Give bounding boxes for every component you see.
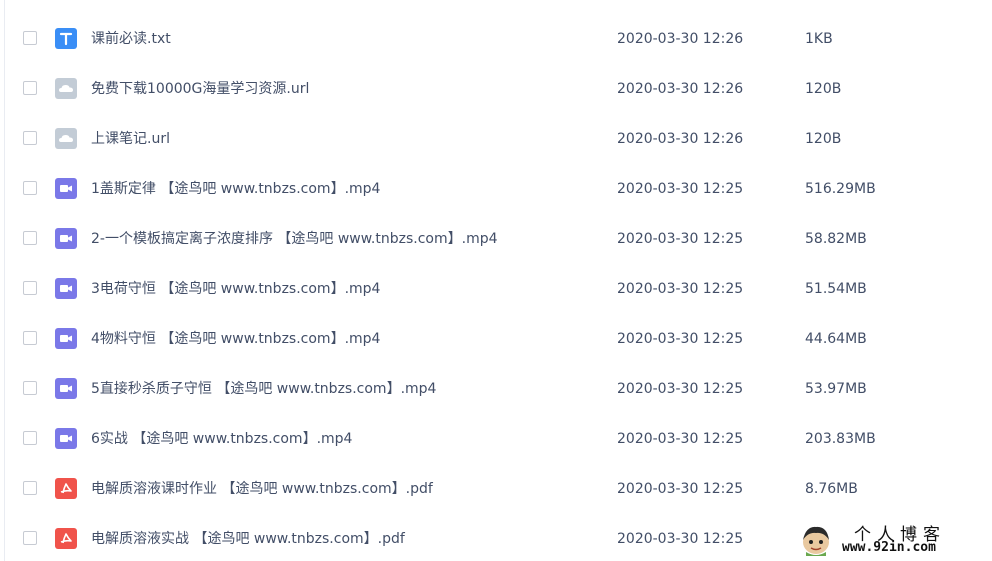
file-name[interactable]: 上课笔记.url bbox=[91, 129, 170, 149]
select-checkbox[interactable] bbox=[23, 381, 37, 395]
file-modified-date: 2020-03-30 12:25 bbox=[617, 431, 744, 447]
select-checkbox[interactable] bbox=[23, 481, 37, 495]
file-name[interactable]: 2-一个模板搞定离子浓度排序 【途鸟吧 www.tnbzs.com】.mp4 bbox=[91, 229, 498, 249]
video-file-icon bbox=[55, 178, 77, 199]
file-row[interactable]: 上课笔记.url 2020-03-30 12:26 120B bbox=[0, 114, 992, 164]
file-modified-date: 2020-03-30 12:25 bbox=[617, 481, 744, 497]
file-name[interactable]: 5直接秒杀质子守恒 【途鸟吧 www.tnbzs.com】.mp4 bbox=[91, 379, 436, 399]
file-size: 1KB bbox=[805, 31, 833, 47]
select-checkbox[interactable] bbox=[23, 281, 37, 295]
select-checkbox[interactable] bbox=[23, 331, 37, 345]
file-name[interactable]: 1盖斯定律 【途鸟吧 www.tnbzs.com】.mp4 bbox=[91, 179, 380, 199]
file-name[interactable]: 课前必读.txt bbox=[91, 29, 171, 49]
file-name[interactable]: 3电荷守恒 【途鸟吧 www.tnbzs.com】.mp4 bbox=[91, 279, 380, 299]
file-name[interactable]: 电解质溶液课时作业 【途鸟吧 www.tnbzs.com】.pdf bbox=[91, 479, 433, 499]
blog-watermark: 个人博客 www.92in.com bbox=[796, 518, 992, 561]
file-size: 516.29MB bbox=[805, 181, 876, 197]
select-checkbox[interactable] bbox=[23, 131, 37, 145]
mascot-logo-icon bbox=[803, 526, 829, 556]
file-name[interactable]: 6实战 【途鸟吧 www.tnbzs.com】.mp4 bbox=[91, 429, 352, 449]
file-name[interactable]: 电解质溶液实战 【途鸟吧 www.tnbzs.com】.pdf bbox=[91, 529, 405, 549]
watermark-url: www.92in.com bbox=[842, 540, 936, 555]
file-modified-date: 2020-03-30 12:26 bbox=[617, 31, 744, 47]
file-modified-date: 2020-03-30 12:25 bbox=[617, 381, 744, 397]
pdf-file-icon bbox=[55, 478, 77, 499]
file-size: 53.97MB bbox=[805, 381, 867, 397]
file-list: 课前必读.txt 2020-03-30 12:26 1KB 免费下载10000G海量学… bbox=[0, 14, 992, 561]
file-modified-date: 2020-03-30 12:25 bbox=[617, 531, 744, 547]
file-modified-date: 2020-03-30 12:25 bbox=[617, 181, 744, 197]
file-row[interactable]: 免费下载10000G海量学习资源.url 2020-03-30 12:26 120B bbox=[0, 64, 992, 114]
file-size: 44.64MB bbox=[805, 331, 867, 347]
file-row[interactable]: 电解质溶液课时作业 【途鸟吧 www.tnbzs.com】.pdf 2020-03… bbox=[0, 464, 992, 514]
file-row[interactable]: 1盖斯定律 【途鸟吧 www.tnbzs.com】.mp4 2020-03-30 … bbox=[0, 164, 992, 214]
file-size: 203.83MB bbox=[805, 431, 876, 447]
video-file-icon bbox=[55, 428, 77, 449]
file-name[interactable]: 4物料守恒 【途鸟吧 www.tnbzs.com】.mp4 bbox=[91, 329, 380, 349]
file-row[interactable]: 5直接秒杀质子守恒 【途鸟吧 www.tnbzs.com】.mp4 2020-03… bbox=[0, 364, 992, 414]
file-size: 51.54MB bbox=[805, 281, 867, 297]
select-checkbox[interactable] bbox=[23, 181, 37, 195]
file-row[interactable]: 6实战 【途鸟吧 www.tnbzs.com】.mp4 2020-03-30 12… bbox=[0, 414, 992, 464]
file-row[interactable]: 4物料守恒 【途鸟吧 www.tnbzs.com】.mp4 2020-03-30 … bbox=[0, 314, 992, 364]
file-size: 120B bbox=[805, 131, 842, 147]
url-file-icon bbox=[55, 78, 77, 99]
file-row[interactable]: 课前必读.txt 2020-03-30 12:26 1KB bbox=[0, 14, 992, 64]
video-file-icon bbox=[55, 278, 77, 299]
file-modified-date: 2020-03-30 12:26 bbox=[617, 131, 744, 147]
txt-file-icon bbox=[55, 28, 77, 49]
file-name[interactable]: 免费下载10000G海量学习资源.url bbox=[91, 79, 309, 99]
video-file-icon bbox=[55, 328, 77, 349]
select-checkbox[interactable] bbox=[23, 31, 37, 45]
select-checkbox[interactable] bbox=[23, 81, 37, 95]
file-modified-date: 2020-03-30 12:25 bbox=[617, 331, 744, 347]
file-modified-date: 2020-03-30 12:25 bbox=[617, 231, 744, 247]
file-modified-date: 2020-03-30 12:26 bbox=[617, 81, 744, 97]
file-row[interactable]: 2-一个模板搞定离子浓度排序 【途鸟吧 www.tnbzs.com】.mp4 20… bbox=[0, 214, 992, 264]
file-size: 8.76MB bbox=[805, 481, 858, 497]
select-checkbox[interactable] bbox=[23, 531, 37, 545]
url-file-icon bbox=[55, 128, 77, 149]
file-modified-date: 2020-03-30 12:25 bbox=[617, 281, 744, 297]
pdf-file-icon bbox=[55, 528, 77, 549]
file-row[interactable]: 3电荷守恒 【途鸟吧 www.tnbzs.com】.mp4 2020-03-30 … bbox=[0, 264, 992, 314]
select-checkbox[interactable] bbox=[23, 231, 37, 245]
file-list-page: 课前必读.txt 2020-03-30 12:26 1KB 免费下载10000G海量学… bbox=[0, 0, 992, 561]
select-checkbox[interactable] bbox=[23, 431, 37, 445]
video-file-icon bbox=[55, 228, 77, 249]
file-size: 58.82MB bbox=[805, 231, 867, 247]
video-file-icon bbox=[55, 378, 77, 399]
file-size: 120B bbox=[805, 81, 842, 97]
